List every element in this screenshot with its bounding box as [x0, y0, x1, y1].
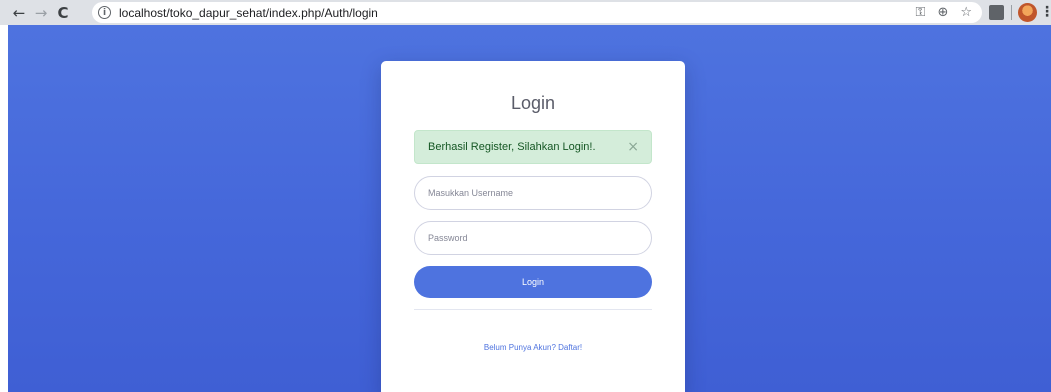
alert-message: Berhasil Register, Silahkan Login!. — [428, 141, 596, 153]
browser-toolbar: ← → C i localhost/toko_dapur_sehat/index… — [0, 0, 1051, 25]
address-bar[interactable]: i localhost/toko_dapur_sehat/index.php/A… — [92, 2, 982, 23]
info-icon[interactable]: i — [98, 6, 111, 19]
url-text[interactable]: localhost/toko_dapur_sehat/index.php/Aut… — [119, 6, 378, 20]
divider — [414, 309, 652, 310]
login-button[interactable]: Login — [414, 266, 652, 298]
login-card: Login Berhasil Register, Silahkan Login!… — [381, 61, 685, 392]
username-input[interactable] — [414, 176, 652, 210]
key-icon[interactable]: ⚿ — [916, 2, 926, 23]
extension-icon[interactable] — [989, 5, 1004, 20]
back-arrow-icon[interactable]: ← — [8, 2, 30, 24]
forward-arrow-icon[interactable]: → — [30, 2, 52, 24]
page-background: Login Berhasil Register, Silahkan Login!… — [8, 25, 1051, 392]
reload-icon[interactable]: C — [52, 2, 74, 24]
close-icon[interactable]: × — [627, 131, 639, 163]
success-alert: Berhasil Register, Silahkan Login!. × — [414, 130, 652, 164]
bookmark-star-icon[interactable]: ☆ — [960, 2, 972, 23]
browser-menu-icon[interactable]: ⋮ — [1040, 0, 1051, 25]
address-bar-actions: ⚿ ⊕ ☆ — [916, 2, 972, 23]
profile-avatar[interactable] — [1018, 3, 1037, 22]
register-link[interactable]: Belum Punya Akun? Daftar! — [381, 343, 685, 352]
zoom-icon[interactable]: ⊕ — [937, 2, 948, 23]
page-title: Login — [510, 93, 556, 113]
toolbar-divider — [1011, 5, 1012, 20]
password-input[interactable] — [414, 221, 652, 255]
